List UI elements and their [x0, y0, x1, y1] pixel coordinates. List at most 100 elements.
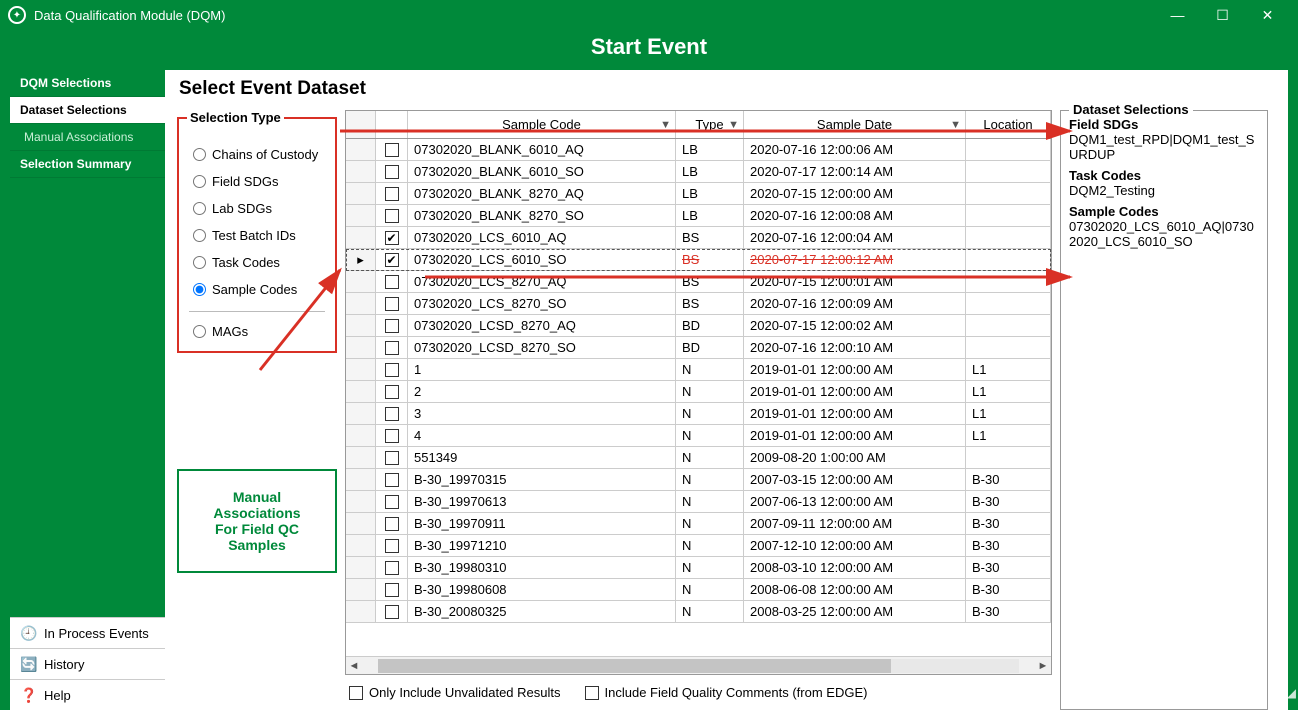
radio-input[interactable]: [193, 325, 206, 338]
table-row[interactable]: ▸✔07302020_LCS_6010_SOBS2020-07-17 12:00…: [346, 249, 1051, 271]
row-header[interactable]: [346, 469, 376, 490]
filter-icon[interactable]: ▼: [660, 119, 671, 131]
col-header-location[interactable]: Location: [966, 111, 1051, 138]
row-checkbox[interactable]: [376, 205, 408, 226]
table-row[interactable]: 07302020_LCSD_8270_AQBD2020-07-15 12:00:…: [346, 315, 1051, 337]
row-checkbox[interactable]: [376, 315, 408, 336]
row-header[interactable]: [346, 271, 376, 292]
row-checkbox[interactable]: [376, 337, 408, 358]
row-header[interactable]: [346, 337, 376, 358]
table-row[interactable]: 07302020_LCS_8270_SOBS2020-07-16 12:00:0…: [346, 293, 1051, 315]
row-header[interactable]: [346, 425, 376, 446]
radio-input[interactable]: [193, 229, 206, 242]
row-header[interactable]: [346, 447, 376, 468]
table-row[interactable]: 07302020_LCSD_8270_SOBD2020-07-16 12:00:…: [346, 337, 1051, 359]
table-row[interactable]: 4N2019-01-01 12:00:00 AML1: [346, 425, 1051, 447]
table-row[interactable]: B-30_19970613N2007-06-13 12:00:00 AMB-30: [346, 491, 1051, 513]
table-row[interactable]: ✔07302020_LCS_6010_AQBS2020-07-16 12:00:…: [346, 227, 1051, 249]
radio-test-batch-ids[interactable]: Test Batch IDs: [193, 228, 327, 243]
row-checkbox[interactable]: ✔: [376, 227, 408, 248]
row-checkbox[interactable]: [376, 271, 408, 292]
table-row[interactable]: B-30_20080325N2008-03-25 12:00:00 AMB-30: [346, 601, 1051, 623]
row-checkbox[interactable]: ✔: [376, 249, 408, 270]
sidebar-item-dqm-selections[interactable]: DQM Selections: [10, 70, 165, 97]
radio-input[interactable]: [193, 256, 206, 269]
grid-horizontal-scrollbar[interactable]: ◄ ►: [346, 656, 1051, 674]
table-row[interactable]: 3N2019-01-01 12:00:00 AML1: [346, 403, 1051, 425]
table-row[interactable]: B-30_19980310N2008-03-10 12:00:00 AMB-30: [346, 557, 1051, 579]
col-header-sample-code[interactable]: Sample Code ▼: [408, 111, 676, 138]
table-row[interactable]: 07302020_BLANK_8270_AQLB2020-07-15 12:00…: [346, 183, 1051, 205]
sidebar-bottom-help[interactable]: ❓Help: [10, 679, 165, 710]
row-header[interactable]: [346, 183, 376, 204]
row-checkbox[interactable]: [376, 513, 408, 534]
table-row[interactable]: B-30_19970315N2007-03-15 12:00:00 AMB-30: [346, 469, 1051, 491]
table-row[interactable]: 07302020_BLANK_6010_SOLB2020-07-17 12:00…: [346, 161, 1051, 183]
table-row[interactable]: 07302020_BLANK_8270_SOLB2020-07-16 12:00…: [346, 205, 1051, 227]
radio-input[interactable]: [193, 202, 206, 215]
sidebar-bottom-in-process-events[interactable]: 🕘In Process Events: [10, 617, 165, 648]
row-header[interactable]: [346, 579, 376, 600]
col-header-type[interactable]: Type ▼: [676, 111, 744, 138]
radio-task-codes[interactable]: Task Codes: [193, 255, 327, 270]
row-checkbox[interactable]: [376, 161, 408, 182]
table-row[interactable]: 07302020_BLANK_6010_AQLB2020-07-16 12:00…: [346, 139, 1051, 161]
scroll-left-icon[interactable]: ◄: [346, 660, 362, 672]
radio-mags[interactable]: MAGs: [193, 324, 327, 339]
radio-lab-sdgs[interactable]: Lab SDGs: [193, 201, 327, 216]
sample-grid[interactable]: Sample Code ▼ Type ▼ Sample Date ▼ Loc: [345, 110, 1052, 675]
scroll-right-icon[interactable]: ►: [1035, 660, 1051, 672]
row-header[interactable]: [346, 513, 376, 534]
row-header[interactable]: [346, 161, 376, 182]
col-header-sample-date[interactable]: Sample Date ▼: [744, 111, 966, 138]
row-header[interactable]: [346, 315, 376, 336]
row-checkbox[interactable]: [376, 403, 408, 424]
radio-sample-codes[interactable]: Sample Codes: [193, 282, 327, 297]
row-header[interactable]: [346, 293, 376, 314]
filter-icon[interactable]: ▼: [950, 119, 961, 131]
col-header-checkbox[interactable]: [376, 111, 408, 138]
row-header[interactable]: [346, 535, 376, 556]
sidebar-bottom-history[interactable]: 🔄History: [10, 648, 165, 679]
table-row[interactable]: B-30_19971210N2007-12-10 12:00:00 AMB-30: [346, 535, 1051, 557]
radio-input[interactable]: [193, 148, 206, 161]
include-field-qc-checkbox[interactable]: Include Field Quality Comments (from EDG…: [585, 685, 868, 700]
row-checkbox[interactable]: [376, 447, 408, 468]
row-checkbox[interactable]: [376, 359, 408, 380]
row-header[interactable]: [346, 601, 376, 622]
row-checkbox[interactable]: [376, 491, 408, 512]
radio-chains-of-custody[interactable]: Chains of Custody: [193, 147, 327, 162]
row-header[interactable]: ▸: [346, 249, 376, 270]
sidebar-item-manual-associations[interactable]: Manual Associations: [10, 124, 165, 151]
resize-grip-icon[interactable]: ◢: [1287, 686, 1296, 700]
sidebar-item-dataset-selections[interactable]: Dataset Selections: [10, 97, 165, 124]
row-header[interactable]: [346, 359, 376, 380]
row-checkbox[interactable]: [376, 469, 408, 490]
table-row[interactable]: B-30_19980608N2008-06-08 12:00:00 AMB-30: [346, 579, 1051, 601]
row-header[interactable]: [346, 403, 376, 424]
row-header[interactable]: [346, 205, 376, 226]
filter-icon[interactable]: ▼: [728, 119, 739, 131]
row-header[interactable]: [346, 557, 376, 578]
row-header[interactable]: [346, 381, 376, 402]
table-row[interactable]: B-30_19970911N2007-09-11 12:00:00 AMB-30: [346, 513, 1051, 535]
row-checkbox[interactable]: [376, 601, 408, 622]
radio-field-sdgs[interactable]: Field SDGs: [193, 174, 327, 189]
table-row[interactable]: 551349N2009-08-20 1:00:00 AM: [346, 447, 1051, 469]
manual-associations-box[interactable]: Manual Associations For Field QC Samples: [177, 469, 337, 573]
row-header[interactable]: [346, 227, 376, 248]
row-checkbox[interactable]: [376, 381, 408, 402]
row-checkbox[interactable]: [376, 425, 408, 446]
row-checkbox[interactable]: [376, 139, 408, 160]
radio-input[interactable]: [193, 283, 206, 296]
row-header[interactable]: [346, 139, 376, 160]
row-checkbox[interactable]: [376, 535, 408, 556]
minimize-button[interactable]: —: [1155, 0, 1200, 30]
row-checkbox[interactable]: [376, 183, 408, 204]
sidebar-item-selection-summary[interactable]: Selection Summary: [10, 151, 165, 178]
close-button[interactable]: ✕: [1245, 0, 1290, 30]
row-checkbox[interactable]: [376, 579, 408, 600]
row-checkbox[interactable]: [376, 557, 408, 578]
table-row[interactable]: 2N2019-01-01 12:00:00 AML1: [346, 381, 1051, 403]
table-row[interactable]: 1N2019-01-01 12:00:00 AML1: [346, 359, 1051, 381]
